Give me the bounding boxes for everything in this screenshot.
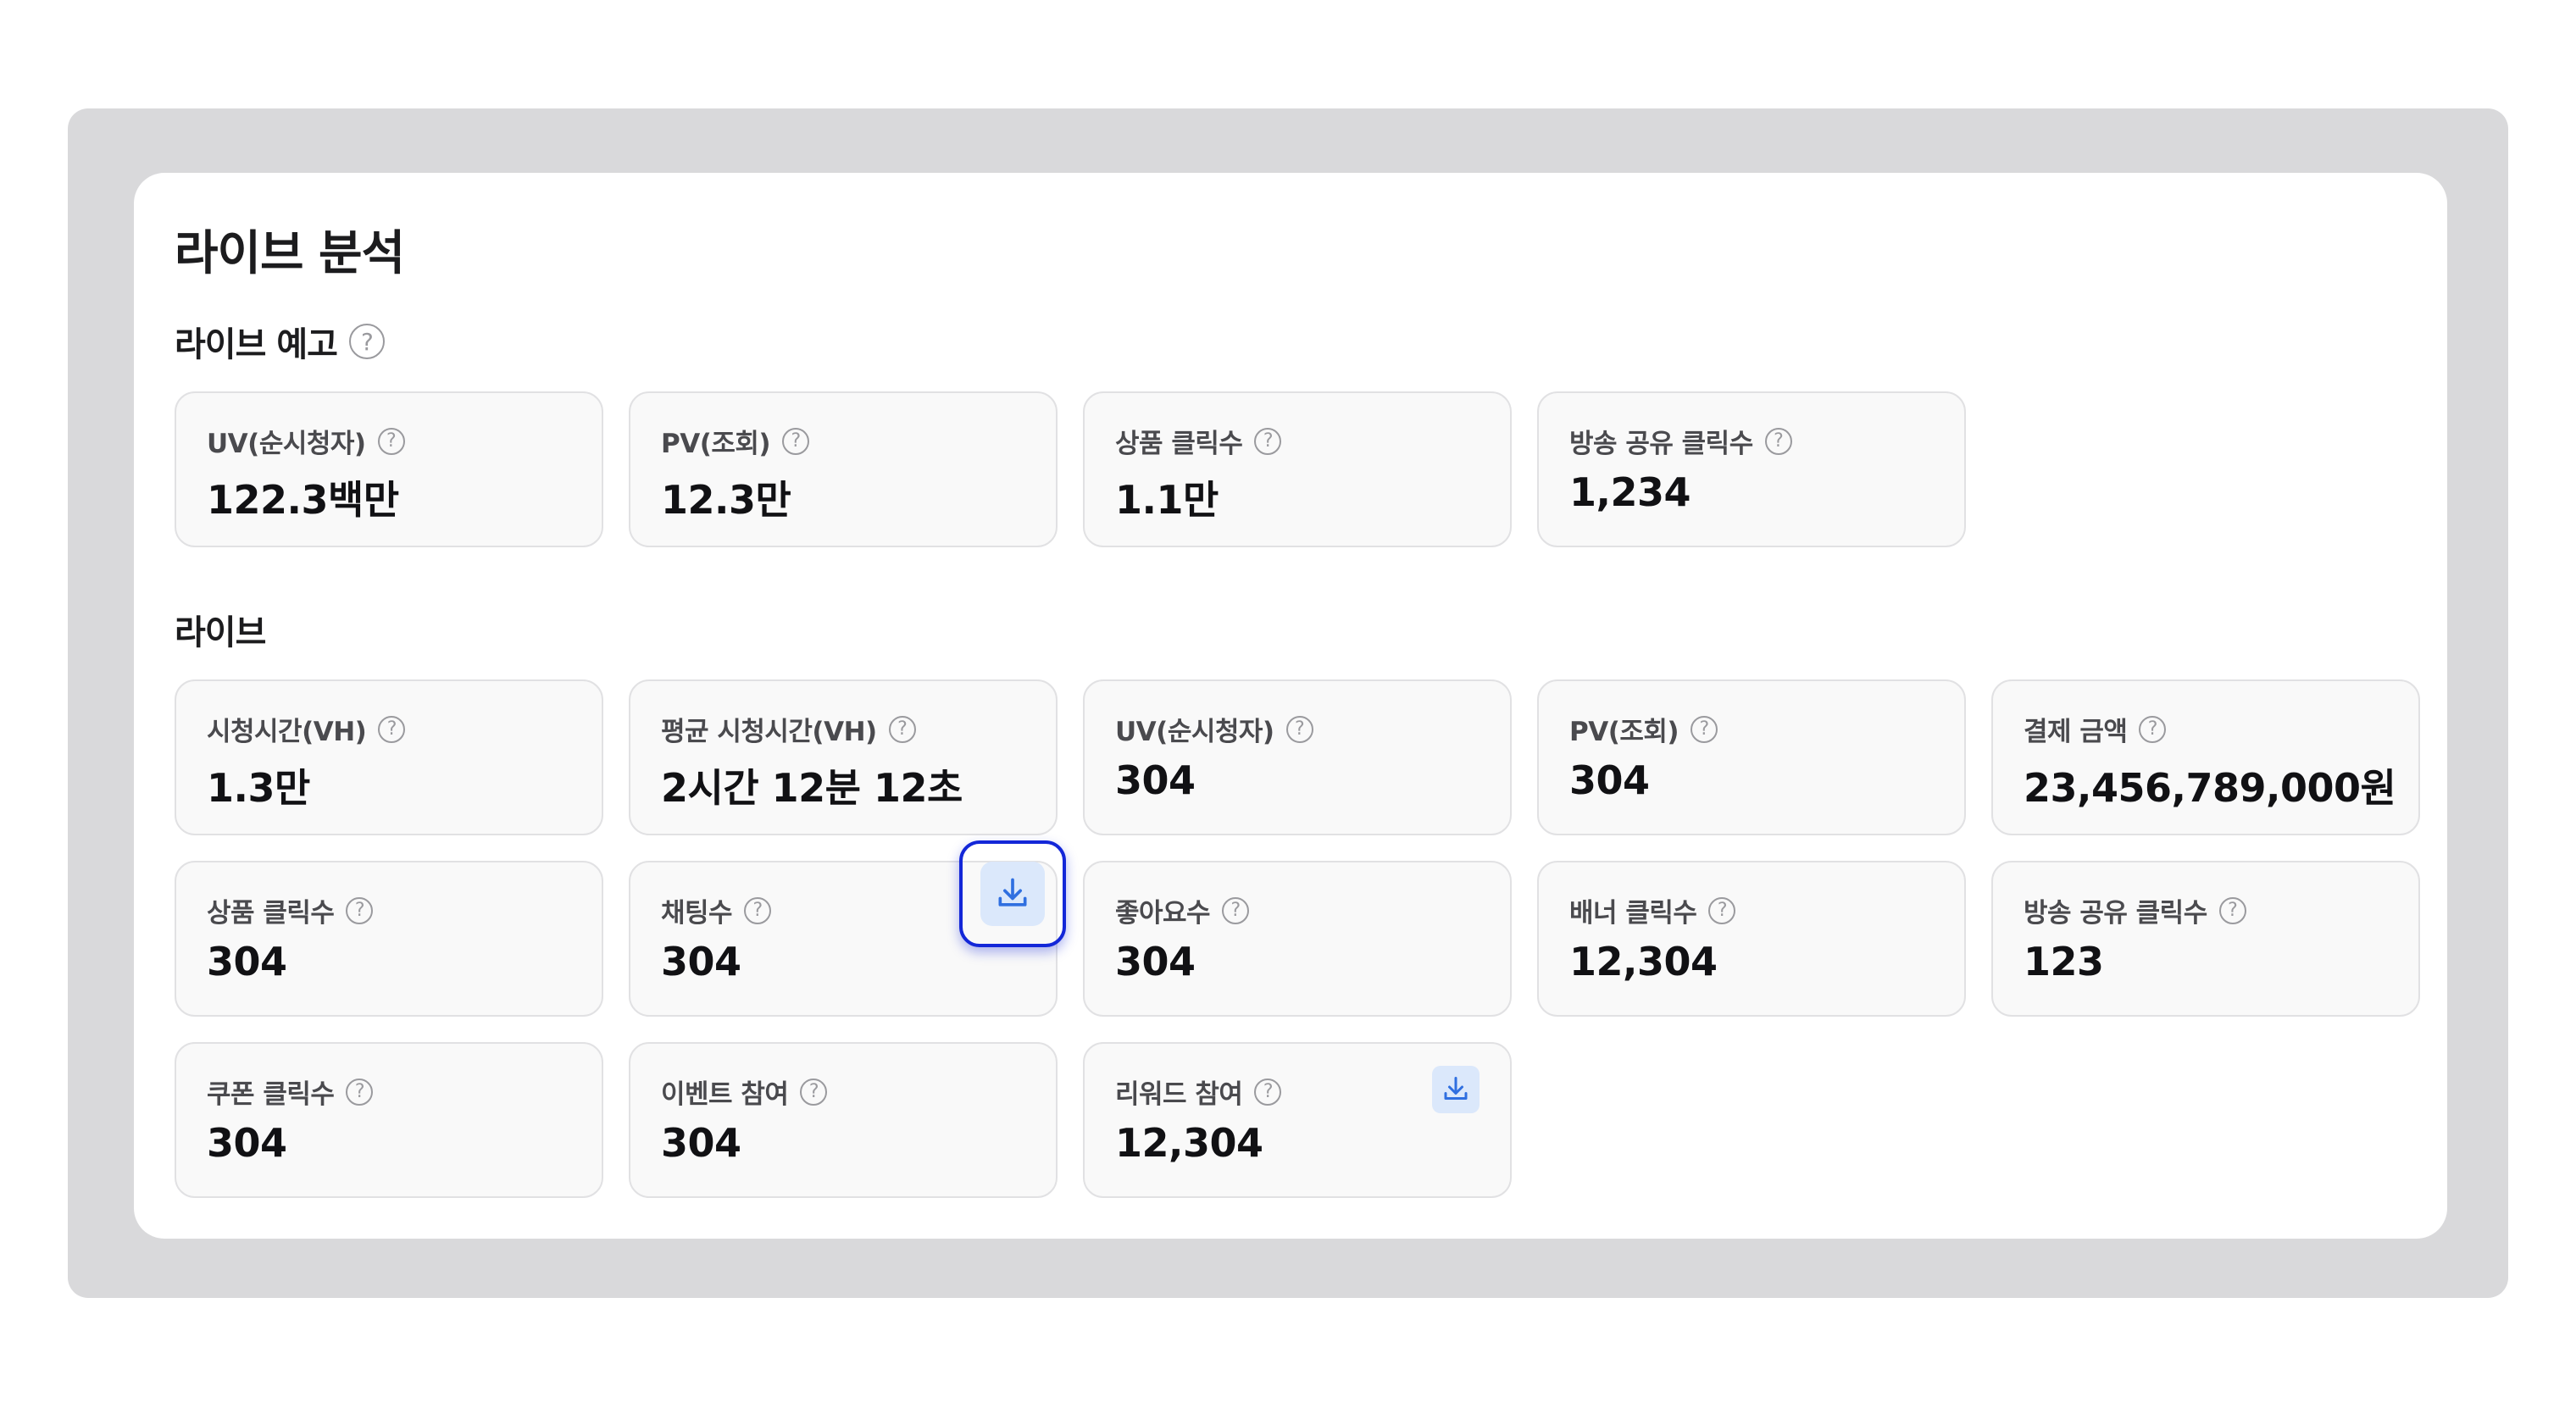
help-icon[interactable]: ? (346, 896, 374, 924)
help-icon[interactable]: ? (1254, 1078, 1282, 1106)
help-icon[interactable]: ? (348, 324, 385, 359)
metric-label: 채팅수? (661, 891, 772, 929)
metric-label: 결제 금액? (2024, 710, 2167, 748)
metric-value: 1.1만 (1115, 477, 1219, 523)
help-icon[interactable]: ? (2139, 715, 2167, 743)
metric-label: 상품 클릭수? (1115, 422, 1282, 460)
metric-value: 12,304 (1115, 1120, 1263, 1166)
metric-label: 이벤트 참여? (661, 1073, 828, 1111)
metric-value: 304 (661, 1120, 741, 1166)
metric-card-banner-clicks: 배너 클릭수? 12,304 (1537, 861, 1966, 1017)
metric-card-likes: 좋아요수? 304 (1083, 861, 1512, 1017)
help-icon[interactable]: ? (1764, 427, 1792, 455)
metric-card-chat-count: 채팅수? 304 (629, 840, 1066, 1017)
help-icon[interactable]: ? (378, 715, 406, 743)
metric-card-view-hours: 시청시간(VH)? 1.3만 (175, 679, 603, 835)
help-icon[interactable]: ? (1708, 896, 1736, 924)
metric-label: 배너 클릭수? (1569, 891, 1736, 929)
help-icon[interactable]: ? (1254, 427, 1282, 455)
metric-label: UV(순시청자)? (1115, 710, 1313, 748)
metric-label: 상품 클릭수? (207, 891, 374, 929)
section-title-preview: 라이브 예고 ? (175, 317, 385, 366)
metric-card-preview-uv: UV(순시청자)? 122.3백만 (175, 391, 603, 547)
metric-card-preview-pv: PV(조회)? 12.3만 (629, 391, 1058, 547)
download-icon (1444, 1077, 1468, 1100)
metric-card-coupon-clicks: 쿠폰 클릭수? 304 (175, 1042, 603, 1198)
section-title-live: 라이브 (175, 605, 266, 654)
metric-label: 평균 시청시간(VH)? (661, 710, 916, 748)
metric-value: 1.3만 (207, 765, 310, 811)
metric-value: 122.3백만 (207, 477, 399, 523)
metric-card-share-clicks: 방송 공유 클릭수? 123 (1991, 861, 2420, 1017)
help-icon[interactable]: ? (2218, 896, 2246, 924)
metric-value: 304 (1115, 939, 1196, 984)
metric-value: 304 (1115, 757, 1196, 803)
metric-value: 304 (207, 1120, 287, 1166)
metric-value: 12.3만 (661, 477, 791, 523)
metric-value: 123 (2024, 939, 2104, 984)
metric-label: 쿠폰 클릭수? (207, 1073, 374, 1111)
help-icon[interactable]: ? (1690, 715, 1718, 743)
download-icon (998, 878, 1027, 907)
metric-label: 시청시간(VH)? (207, 710, 406, 748)
metric-value: 1,234 (1569, 469, 1691, 515)
metric-card-avg-view-time: 평균 시청시간(VH)? 2시간 12분 12초 (629, 679, 1058, 835)
help-icon[interactable]: ? (1222, 896, 1250, 924)
metric-label: 좋아요수? (1115, 891, 1250, 929)
metric-card-event-participation: 이벤트 참여? 304 (629, 1042, 1058, 1198)
metric-card-pv: PV(조회)? 304 (1537, 679, 1966, 835)
metric-value: 304 (1569, 757, 1650, 803)
metric-card-product-clicks: 상품 클릭수? 304 (175, 861, 603, 1017)
metric-value: 2시간 12분 12초 (661, 765, 963, 811)
metric-value: 12,304 (1569, 939, 1718, 984)
section-title-preview-label: 라이브 예고 (175, 325, 338, 364)
metric-label: 방송 공유 클릭수? (2024, 891, 2246, 929)
metric-card-reward-participation: 리워드 참여? 12,304 (1083, 1042, 1512, 1198)
live-analytics-panel: 라이브 분석 라이브 예고 ? UV(순시청자)? 122.3백만 PV(조회)… (134, 173, 2447, 1239)
help-icon[interactable]: ? (346, 1078, 374, 1106)
help-icon[interactable]: ? (377, 427, 405, 455)
page-title: 라이브 분석 (175, 226, 405, 281)
metric-value: 304 (661, 939, 741, 984)
metric-label: 방송 공유 클릭수? (1569, 422, 1792, 460)
download-button[interactable] (1432, 1066, 1480, 1113)
section-title-live-label: 라이브 (175, 613, 266, 652)
help-icon[interactable]: ? (782, 427, 810, 455)
help-icon[interactable]: ? (888, 715, 916, 743)
metric-card-preview-share-clicks: 방송 공유 클릭수? 1,234 (1537, 391, 1966, 547)
help-icon[interactable]: ? (744, 896, 772, 924)
download-button-inner (980, 862, 1045, 926)
metric-label: 리워드 참여? (1115, 1073, 1282, 1111)
download-button[interactable] (959, 840, 1066, 947)
metric-label: PV(조회)? (661, 422, 810, 460)
help-icon[interactable]: ? (800, 1078, 828, 1106)
metric-card-payment-amount: 결제 금액? 23,456,789,000원 (1991, 679, 2420, 835)
metric-value: 304 (207, 939, 287, 984)
metric-value: 23,456,789,000원 (2024, 765, 2396, 811)
metric-card-uv: UV(순시청자)? 304 (1083, 679, 1512, 835)
metric-card-preview-product-clicks: 상품 클릭수? 1.1만 (1083, 391, 1512, 547)
metric-label: PV(조회)? (1569, 710, 1718, 748)
metric-label: UV(순시청자)? (207, 422, 405, 460)
help-icon[interactable]: ? (1285, 715, 1313, 743)
